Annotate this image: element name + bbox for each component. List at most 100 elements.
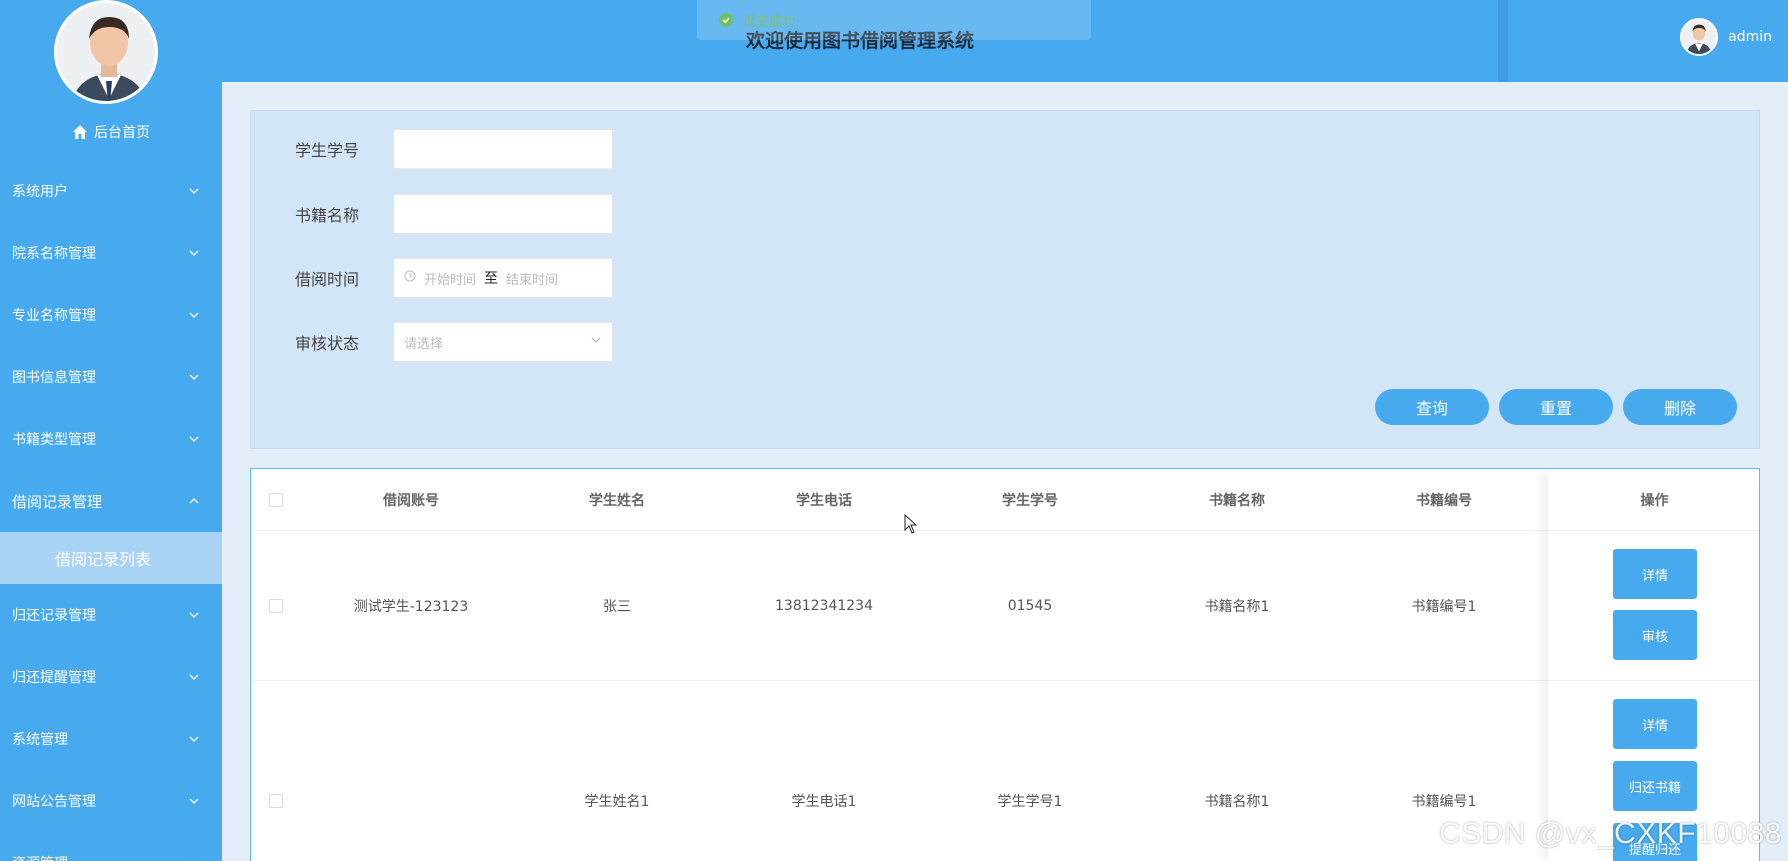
user-portrait-icon (57, 3, 155, 101)
actions-column-shadow (1548, 469, 1759, 861)
borrow-time-range[interactable]: 开始时间 至 结束时间 (393, 258, 613, 298)
sidebar-item-label: 资源管理 (12, 853, 68, 861)
cell-student-id: 学生学号1 (997, 794, 1063, 810)
cell-student-name: 学生姓名1 (584, 794, 650, 810)
chevron-down-icon (188, 795, 200, 807)
sidebar-subitem-borrow-list[interactable]: 借阅记录列表 (0, 532, 222, 584)
row-checkbox[interactable] (269, 794, 283, 808)
sidebar-item-label: 归还记录管理 (12, 608, 96, 624)
col-header-book-name[interactable]: 书籍名称 (1137, 469, 1337, 531)
col-header-student-name[interactable]: 学生姓名 (517, 469, 717, 531)
topbar: 欢迎使用图书借阅管理系统 提交成功! admin (222, 0, 1788, 82)
sidebar-item-return-records[interactable]: 归还记录管理 (0, 584, 222, 646)
cell-student-name: 张三 (603, 599, 631, 615)
sidebar-item-borrow-records[interactable]: 借阅记录管理 (0, 470, 222, 532)
sidebar-item-department[interactable]: 院系名称管理 (0, 222, 222, 284)
cell-book-name: 书籍名称1 (1204, 599, 1270, 615)
chevron-down-icon (188, 309, 200, 321)
sidebar-item-resources[interactable]: 资源管理 (0, 832, 222, 861)
chevron-down-icon (188, 671, 200, 683)
cell-book-no: 书籍编号1 (1411, 794, 1477, 810)
mouse-cursor-icon (904, 514, 918, 534)
topbar-divider (1498, 0, 1508, 82)
chevron-down-icon (188, 433, 200, 445)
toast-message: 提交成功! (743, 14, 801, 30)
chevron-down-icon (188, 371, 200, 383)
student-id-row: 学生学号 (295, 129, 613, 169)
book-name-label: 书籍名称 (295, 206, 360, 225)
sidebar-item-major[interactable]: 专业名称管理 (0, 284, 222, 346)
sidebar-item-book-info[interactable]: 图书信息管理 (0, 346, 222, 408)
col-header-account[interactable]: 借阅账号 (311, 469, 511, 531)
chevron-down-icon (590, 334, 602, 350)
col-header-student-id[interactable]: 学生学号 (930, 469, 1130, 531)
chevron-down-icon (188, 733, 200, 745)
delete-button[interactable]: 删除 (1623, 389, 1737, 425)
cell-student-phone: 13812341234 (775, 598, 873, 614)
cell-account: 测试学生-123123 (353, 599, 469, 615)
sidebar-item-announcements[interactable]: 网站公告管理 (0, 770, 222, 832)
sidebar-subitem-label: 借阅记录列表 (55, 550, 152, 569)
chevron-down-icon (188, 857, 200, 861)
cell-account (311, 781, 511, 821)
watermark: CSDN @vx_CXKF10088 (1439, 817, 1782, 850)
sidebar-item-label: 借阅记录管理 (12, 492, 103, 511)
student-id-label: 学生学号 (295, 141, 360, 160)
borrow-time-row: 借阅时间 开始时间 至 结束时间 (295, 258, 613, 298)
username: admin (1728, 29, 1772, 45)
row-checkbox-cell (261, 531, 291, 681)
search-panel: 学生学号 书籍名称 借阅时间 开始时间 至 结束时间 审核状态 请选择 查询 重… (250, 110, 1760, 449)
select-all-checkbox-cell (261, 469, 291, 531)
sidebar: 后台首页 系统用户 院系名称管理 专业名称管理 图书信息管理 书籍类型管理 借阅… (0, 0, 222, 861)
success-toast: 提交成功! (697, 0, 1091, 40)
sidebar-item-label: 专业名称管理 (12, 308, 96, 324)
status-label: 审核状态 (295, 334, 360, 353)
sidebar-item-label: 系统管理 (12, 732, 68, 748)
table-row: 测试学生-123123 张三 13812341234 01545 书籍名称1 书… (251, 531, 1759, 681)
chevron-down-icon (188, 609, 200, 621)
col-header-student-phone[interactable]: 学生电话 (724, 469, 924, 531)
sidebar-item-label: 系统用户 (12, 184, 68, 200)
chevron-up-icon (188, 495, 200, 507)
row-checkbox[interactable] (269, 599, 283, 613)
col-header-book-no[interactable]: 书籍编号 (1344, 469, 1544, 531)
book-name-input[interactable] (393, 194, 613, 234)
check-circle-icon (719, 13, 733, 27)
query-button[interactable]: 查询 (1375, 389, 1489, 425)
sidebar-item-book-type[interactable]: 书籍类型管理 (0, 408, 222, 470)
home-link-label: 后台首页 (94, 125, 150, 141)
user-avatar[interactable] (1680, 18, 1719, 56)
sidebar-item-label: 院系名称管理 (12, 246, 96, 262)
cell-student-id: 01545 (1007, 598, 1053, 614)
avatar[interactable] (54, 0, 158, 104)
cell-book-name: 书籍名称1 (1204, 794, 1270, 810)
user-portrait-icon (1682, 20, 1717, 54)
book-name-row: 书籍名称 (295, 194, 613, 234)
sidebar-item-label: 网站公告管理 (12, 794, 96, 810)
sidebar-item-system-users[interactable]: 系统用户 (0, 160, 222, 222)
table-header: 借阅账号 学生姓名 学生电话 学生学号 书籍名称 书籍编号 操作 (251, 469, 1759, 531)
sidebar-menu: 系统用户 院系名称管理 专业名称管理 图书信息管理 书籍类型管理 借阅记录管理 … (0, 160, 222, 861)
student-id-input[interactable] (393, 129, 613, 169)
chevron-down-icon (188, 185, 200, 197)
home-link[interactable]: 后台首页 (0, 120, 222, 144)
borrow-records-table: 借阅账号 学生姓名 学生电话 学生学号 书籍名称 书籍编号 操作 测试学生-12… (250, 468, 1760, 861)
cell-book-no: 书籍编号1 (1411, 599, 1477, 615)
row-checkbox-cell (261, 781, 291, 821)
start-time-input[interactable]: 开始时间 (424, 269, 476, 288)
select-all-checkbox[interactable] (269, 493, 283, 507)
user-menu[interactable]: admin (1680, 16, 1772, 58)
reset-button[interactable]: 重置 (1499, 389, 1613, 425)
sidebar-item-system-management[interactable]: 系统管理 (0, 708, 222, 770)
end-time-input[interactable]: 结束时间 (506, 269, 558, 288)
sidebar-item-label: 书籍类型管理 (12, 432, 96, 448)
cell-student-phone: 学生电话1 (791, 794, 857, 810)
sidebar-item-label: 归还提醒管理 (12, 670, 96, 686)
status-select-placeholder: 请选择 (404, 336, 444, 352)
clock-icon (404, 270, 416, 286)
status-row: 审核状态 请选择 (295, 322, 613, 362)
sidebar-item-return-reminders[interactable]: 归还提醒管理 (0, 646, 222, 708)
status-select[interactable]: 请选择 (393, 322, 613, 362)
sidebar-item-label: 图书信息管理 (12, 370, 96, 386)
borrow-time-label: 借阅时间 (295, 270, 360, 289)
